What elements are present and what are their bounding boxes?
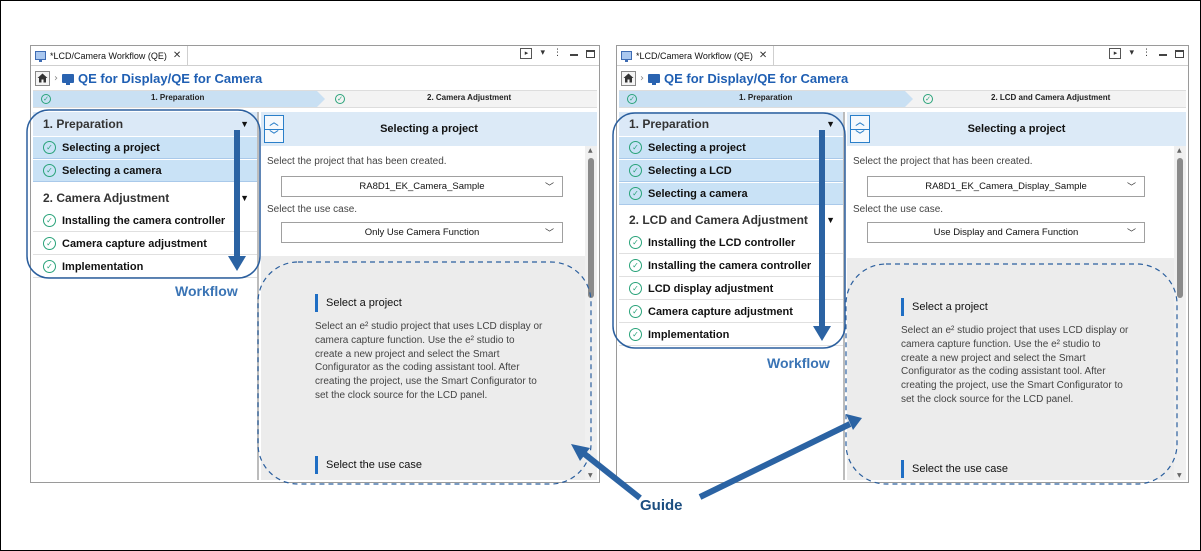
annotation-overlay <box>26 109 1178 501</box>
guide-arrow-left <box>580 449 642 501</box>
guide-outline-right <box>845 263 1178 485</box>
workflow-arrowhead-left <box>228 256 246 271</box>
workflow-outline-left <box>26 109 261 279</box>
guide-arrow-right <box>698 421 852 500</box>
workflow-label-left: Workflow <box>175 283 238 299</box>
workflow-outline-right <box>612 112 846 349</box>
workflow-arrowhead-right <box>813 326 831 341</box>
workflow-label-right: Workflow <box>767 355 830 371</box>
guide-label: Guide <box>640 497 683 514</box>
guide-outline-left <box>257 261 592 485</box>
